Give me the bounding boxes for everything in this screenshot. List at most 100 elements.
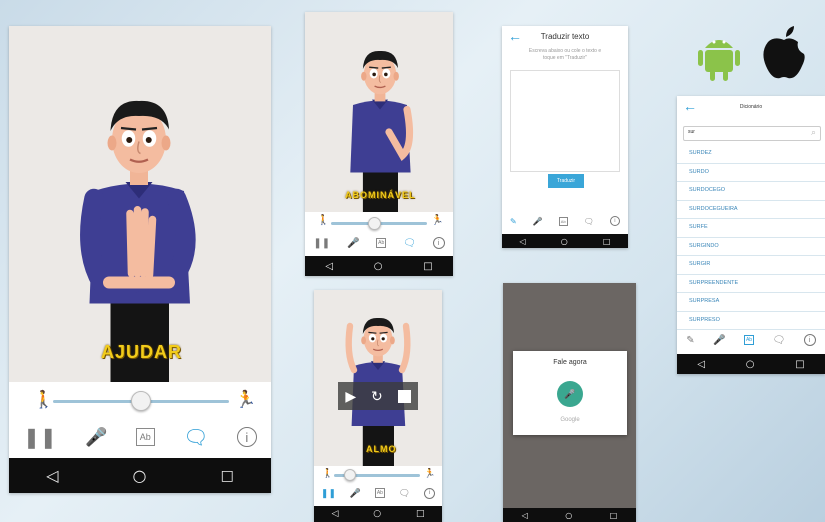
- android-navbar: ◁ ○ □: [503, 508, 636, 522]
- recent-square-icon[interactable]: □: [603, 237, 611, 246]
- list-item[interactable]: SURPRESO: [677, 312, 825, 330]
- info-icon[interactable]: i: [424, 487, 436, 499]
- recent-square-icon[interactable]: □: [423, 261, 432, 272]
- speech-provider: Google: [560, 417, 580, 423]
- home-circle-icon[interactable]: ○: [373, 509, 381, 519]
- back-triangle-icon[interactable]: ◁: [520, 237, 526, 246]
- chat-icon[interactable]: 🗨: [773, 335, 786, 346]
- home-circle-icon[interactable]: ○: [374, 261, 383, 272]
- translate-button[interactable]: Traduzir: [548, 174, 584, 188]
- ab-text-icon[interactable]: Ab: [376, 238, 387, 248]
- translate-textarea[interactable]: [510, 70, 620, 172]
- runner-icon[interactable]: 🏃: [424, 468, 435, 479]
- info-icon[interactable]: i: [432, 237, 445, 249]
- recent-square-icon[interactable]: □: [795, 359, 804, 370]
- ab-text-icon[interactable]: Ab: [558, 216, 568, 226]
- info-icon[interactable]: i: [609, 216, 620, 226]
- phone-speech: Fale agora 🎤 Google ◁ ○ □: [503, 283, 636, 522]
- search-input[interactable]: sur: [688, 129, 695, 135]
- runner-icon[interactable]: 🏃: [431, 215, 443, 226]
- info-icon[interactable]: i: [803, 334, 816, 346]
- pause-icon[interactable]: ❚❚: [313, 238, 330, 249]
- walker-icon[interactable]: 🚶: [33, 390, 54, 410]
- ab-text-icon[interactable]: Ab: [374, 488, 385, 498]
- chat-icon[interactable]: 🗨: [584, 217, 594, 226]
- chat-icon[interactable]: 🗨: [399, 488, 410, 499]
- ab-text-icon[interactable]: Ab: [135, 428, 155, 446]
- info-icon[interactable]: i: [236, 427, 257, 447]
- search-field[interactable]: sur ⌕: [683, 126, 821, 141]
- list-item[interactable]: SURDOCEGO: [677, 182, 825, 201]
- back-triangle-icon[interactable]: ◁: [325, 261, 333, 272]
- list-item[interactable]: SURDO: [677, 164, 825, 182]
- chat-icon[interactable]: 🗨: [183, 425, 208, 450]
- home-circle-icon[interactable]: ○: [746, 359, 755, 370]
- phone-sign-small: ABOMINÁVEL 🚶 🏃 ❚❚ 🎤 Ab 🗨 i ◁ ○ □: [305, 12, 453, 276]
- recent-square-icon[interactable]: □: [416, 509, 425, 519]
- android-logo: [695, 30, 743, 82]
- sign-word-label: AJUDAR: [101, 342, 183, 362]
- speech-title: Fale agora: [553, 359, 587, 366]
- list-item[interactable]: SURGINDO: [677, 238, 825, 256]
- mic-icon[interactable]: 🎤: [350, 488, 361, 499]
- translate-hint: Escreva abaixo ou cole o texto e toque e…: [528, 48, 602, 61]
- playback-controls: 🚶 🏃 ❚❚ 🎤 Ab 🗨 i: [314, 466, 442, 506]
- walker-icon[interactable]: 🚶: [317, 215, 329, 226]
- list-item[interactable]: SURGIR: [677, 256, 825, 275]
- list-item[interactable]: SURDOCEGUEIRA: [677, 201, 825, 219]
- home-circle-icon[interactable]: ○: [561, 237, 568, 246]
- ab-text-icon[interactable]: Ab: [743, 335, 755, 345]
- mic-icon: 🎤: [564, 388, 576, 399]
- phone-replay: ▶ ↻ ALMO 🚶 🏃 ❚❚ 🎤 Ab 🗨 i ◁ ○ □: [314, 290, 442, 522]
- apple-logo: [760, 26, 808, 82]
- avatar: [49, 86, 229, 386]
- mic-button[interactable]: 🎤: [557, 381, 583, 407]
- sign-word-label: ABOMINÁVEL: [345, 190, 416, 200]
- playback-controls: 🚶 🏃 ❚❚ 🎤 Ab 🗨 i: [305, 212, 453, 256]
- home-circle-icon[interactable]: ○: [565, 511, 572, 520]
- pause-icon[interactable]: ❚❚: [321, 488, 336, 499]
- home-circle-icon[interactable]: ○: [133, 466, 147, 485]
- mic-icon[interactable]: 🎤: [713, 335, 725, 346]
- sign-word-label: ALMO: [366, 444, 397, 454]
- recent-square-icon[interactable]: □: [221, 468, 234, 484]
- word-list: SURDEZ SURDO SURDOCEGO SURDOCEGUEIRA SUR…: [677, 145, 825, 330]
- speed-slider-thumb[interactable]: [368, 217, 381, 230]
- list-item[interactable]: SURDEZ: [677, 145, 825, 164]
- list-item[interactable]: SURPREENDENTE: [677, 275, 825, 293]
- speed-slider-thumb[interactable]: [344, 469, 356, 481]
- android-navbar: ◁ ○ □: [502, 234, 628, 248]
- edit-icon[interactable]: ✎: [510, 217, 517, 226]
- mic-icon[interactable]: 🎤: [533, 217, 543, 226]
- speed-slider-thumb[interactable]: [131, 391, 151, 411]
- back-triangle-icon[interactable]: ◁: [46, 466, 58, 485]
- play-icon[interactable]: ▶: [345, 388, 356, 405]
- chat-icon[interactable]: 🗨: [403, 238, 416, 249]
- stop-icon[interactable]: [397, 389, 411, 403]
- android-navbar: ◁ ○ □: [305, 256, 453, 276]
- list-item[interactable]: SURPRESA: [677, 293, 825, 312]
- replay-overlay: ▶ ↻: [338, 382, 418, 410]
- pause-icon[interactable]: ❚❚: [23, 425, 57, 450]
- mic-icon[interactable]: 🎤: [347, 238, 359, 249]
- speech-dialog: Fale agora 🎤 Google: [513, 351, 627, 435]
- page-title: Dicionário: [739, 104, 763, 110]
- replay-icon[interactable]: ↻: [371, 388, 383, 405]
- back-triangle-icon[interactable]: ◁: [697, 359, 705, 370]
- mic-icon[interactable]: 🎤: [85, 427, 107, 448]
- phone-main: AJUDAR 🚶 🏃 ❚❚ 🎤 Ab 🗨 i ◁ ○ □: [9, 26, 271, 493]
- android-navbar: ◁ ○ □: [9, 458, 271, 493]
- walker-icon[interactable]: 🚶: [322, 468, 333, 479]
- recent-square-icon[interactable]: □: [610, 511, 618, 520]
- list-item[interactable]: SURFE: [677, 219, 825, 238]
- runner-icon[interactable]: 🏃: [235, 390, 256, 410]
- back-triangle-icon[interactable]: ◁: [522, 511, 528, 520]
- page-title: Traduzir texto: [540, 32, 590, 41]
- edit-icon[interactable]: ✎: [686, 335, 694, 346]
- back-triangle-icon[interactable]: ◁: [331, 509, 338, 519]
- phone-dictionary: ← Dicionário sur ⌕ SURDEZ SURDO SURDOCEG…: [677, 96, 825, 374]
- search-icon[interactable]: ⌕: [811, 127, 816, 138]
- android-navbar: ◁ ○ □: [314, 506, 442, 522]
- android-navbar: ◁ ○ □: [677, 354, 825, 374]
- phone-translate: ← Traduzir texto Escreva abaixo ou cole …: [502, 26, 628, 248]
